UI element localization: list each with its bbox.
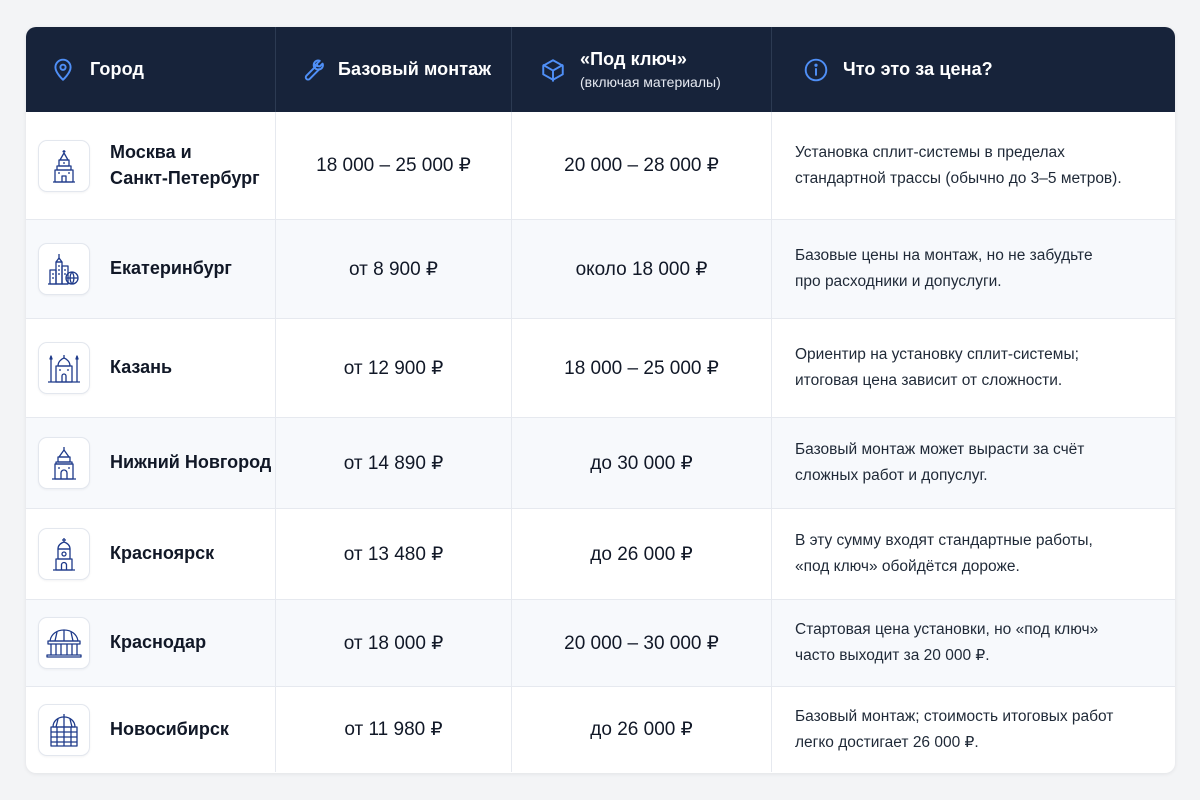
description-cell: Базовый монтаж может вырасти за счёт сло… <box>772 418 1175 508</box>
turnkey-price-cell: около 18 000 ₽ <box>512 220 772 318</box>
city-cell: Казань <box>26 319 276 417</box>
header-turnkey: «Под ключ» (включая материалы) <box>512 27 772 112</box>
description-cell: Ориентир на установку сплит-системы; ито… <box>772 319 1175 417</box>
description-text: Базовый монтаж; стоимость итоговых работ… <box>795 704 1113 755</box>
header-city: Город <box>26 27 276 112</box>
chapel-icon <box>38 528 90 580</box>
kremlin-tower-icon <box>38 139 90 192</box>
turnkey-price-cell: до 26 000 ₽ <box>512 509 772 599</box>
turnkey-price-cell: 20 000 – 30 000 ₽ <box>512 600 772 686</box>
basic-price-cell: от 11 980 ₽ <box>276 687 512 772</box>
description-line: легко достигает 26 000 ₽. <box>795 733 979 751</box>
header-basic-label: Базовый монтаж <box>338 59 492 79</box>
header-turnkey-label: «Под ключ» <box>580 49 687 70</box>
city-cell: Нижний Новгород <box>26 418 276 508</box>
header-basic: Базовый монтаж <box>276 27 512 112</box>
table-row: Москва и Санкт-Петербург 18 000 – 25 000… <box>26 112 1175 219</box>
city-name: Нижний Новгород <box>110 452 272 473</box>
description-line: В эту сумму входят стандартные работы, <box>795 532 1093 550</box>
description-line: Базовый монтаж может вырасти за счёт <box>795 441 1085 459</box>
table-body: Москва и Санкт-Петербург 18 000 – 25 000… <box>26 112 1175 772</box>
description-text: Ориентир на установку сплит-системы; ито… <box>795 342 1079 393</box>
table-row: Нижний Новгород от 14 890 ₽ до 30 000 ₽ … <box>26 417 1175 508</box>
table-row: Красноярск от 13 480 ₽ до 26 000 ₽ В эту… <box>26 508 1175 599</box>
basic-price-cell: от 14 890 ₽ <box>276 418 512 508</box>
header-turnkey-sublabel: (включая материалы) <box>580 73 721 90</box>
basic-price-cell: от 18 000 ₽ <box>276 600 512 686</box>
basic-price-cell: от 12 900 ₽ <box>276 319 512 417</box>
description-line: про расходники и допуслуги. <box>795 273 1002 290</box>
fortress-tower-icon <box>38 437 90 489</box>
table-row: Казань от 12 900 ₽ 18 000 – 25 000 ₽ Ори… <box>26 318 1175 417</box>
info-icon <box>803 57 829 83</box>
city-name: Новосибирск <box>110 718 229 739</box>
table-header: Город Базовый монтаж «Под ключ» (включая… <box>26 27 1175 112</box>
description-text: Стартовая цена установки, но «под ключ» … <box>795 617 1098 668</box>
basic-price-cell: от 8 900 ₽ <box>276 220 512 318</box>
wrench-icon <box>298 57 324 83</box>
description-text: Установка сплит-системы в пределах станд… <box>795 140 1122 191</box>
city-name-line: Москва и <box>110 142 192 163</box>
city-name: Краснодар <box>110 632 207 653</box>
description-text: Базовый монтаж может вырасти за счёт сло… <box>795 437 1084 488</box>
description-line: сложных работ и допуслуг. <box>795 467 988 484</box>
description-line: итоговая цена зависит от сложности. <box>795 372 1063 389</box>
header-what: Что это за цена? <box>772 27 1175 112</box>
city-cell: Москва и Санкт-Петербург <box>26 112 276 219</box>
dome-building-icon <box>38 703 90 756</box>
description-line: часто выходит за 20 000 ₽. <box>795 647 990 664</box>
turnkey-price-cell: до 26 000 ₽ <box>512 687 772 772</box>
description-cell: В эту сумму входят стандартные работы, «… <box>772 509 1175 599</box>
description-cell: Базовый монтаж; стоимость итоговых работ… <box>772 687 1175 772</box>
description-text: В эту сумму входят стандартные работы, «… <box>795 528 1093 579</box>
basic-price-cell: от 13 480 ₽ <box>276 509 512 599</box>
table-row: Новосибирск от 11 980 ₽ до 26 000 ₽ Базо… <box>26 686 1175 772</box>
header-city-label: Город <box>90 59 144 79</box>
city-name: Екатеринбург <box>110 258 232 279</box>
location-pin-icon <box>50 57 76 83</box>
city-cell: Новосибирск <box>26 687 276 772</box>
description-line: Ориентир на установку сплит-системы; <box>795 346 1079 364</box>
description-line: Базовые цены на монтаж, но не забудьте <box>795 247 1093 265</box>
city-name: Москва и Санкт-Петербург <box>110 140 260 190</box>
description-cell: Стартовая цена установки, но «под ключ» … <box>772 600 1175 686</box>
price-table: Город Базовый монтаж «Под ключ» (включая… <box>26 27 1175 773</box>
description-text: Базовые цены на монтаж, но не забудьте п… <box>795 243 1093 294</box>
description-line: Установка сплит-системы в пределах <box>795 143 1065 161</box>
description-line: Стартовая цена установки, но «под ключ» <box>795 621 1099 639</box>
description-cell: Базовые цены на монтаж, но не забудьте п… <box>772 220 1175 318</box>
turnkey-price-cell: 18 000 – 25 000 ₽ <box>512 319 772 417</box>
city-name: Казань <box>110 357 173 378</box>
city-name: Красноярск <box>110 543 215 564</box>
city-name-line: Санкт-Петербург <box>110 167 260 188</box>
description-line: «под ключ» обойдётся дороже. <box>795 558 1020 575</box>
turnkey-price-cell: до 30 000 ₽ <box>512 418 772 508</box>
mosque-icon <box>38 342 90 394</box>
city-cell: Екатеринбург <box>26 220 276 318</box>
description-line: стандартной трассы (обычно до 3–5 метров… <box>795 169 1122 187</box>
table-row: Екатеринбург от 8 900 ₽ около 18 000 ₽ Б… <box>26 219 1175 318</box>
description-cell: Установка сплит-системы в пределах станд… <box>772 112 1175 219</box>
rotunda-icon <box>38 617 90 669</box>
turnkey-price-cell: 20 000 – 28 000 ₽ <box>512 112 772 219</box>
basic-price-cell: 18 000 – 25 000 ₽ <box>276 112 512 219</box>
city-cell: Красноярск <box>26 509 276 599</box>
city-buildings-icon <box>38 243 90 295</box>
header-what-label: Что это за цена? <box>843 59 993 79</box>
description-line: Базовый монтаж; стоимость итоговых работ <box>795 707 1114 725</box>
table-row: Краснодар от 18 000 ₽ 20 000 – 30 000 ₽ … <box>26 599 1175 686</box>
box-icon <box>540 57 566 83</box>
city-cell: Краснодар <box>26 600 276 686</box>
